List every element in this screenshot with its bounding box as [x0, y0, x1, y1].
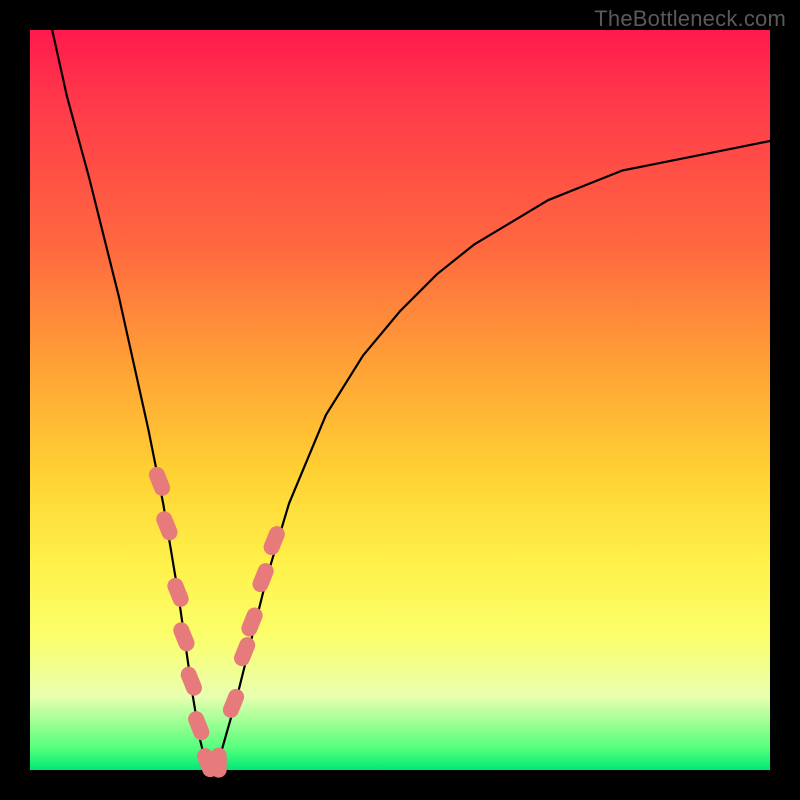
watermark: TheBottleneck.com: [594, 6, 786, 32]
bottleneck-curve: [52, 30, 770, 770]
marker: [146, 464, 172, 498]
curve-path: [52, 30, 770, 770]
marker: [220, 686, 246, 720]
marker: [232, 635, 258, 669]
marker: [165, 575, 191, 609]
marker: [239, 605, 265, 639]
marker: [186, 709, 212, 743]
marker: [250, 561, 276, 595]
chart-frame: TheBottleneck.com: [0, 0, 800, 800]
plot-area: [30, 30, 770, 770]
marker: [178, 664, 204, 698]
marker: [171, 620, 197, 654]
highlighted-points: [146, 464, 287, 779]
marker: [261, 524, 287, 558]
marker: [211, 748, 227, 778]
marker: [154, 509, 180, 543]
chart-svg: [30, 30, 770, 770]
